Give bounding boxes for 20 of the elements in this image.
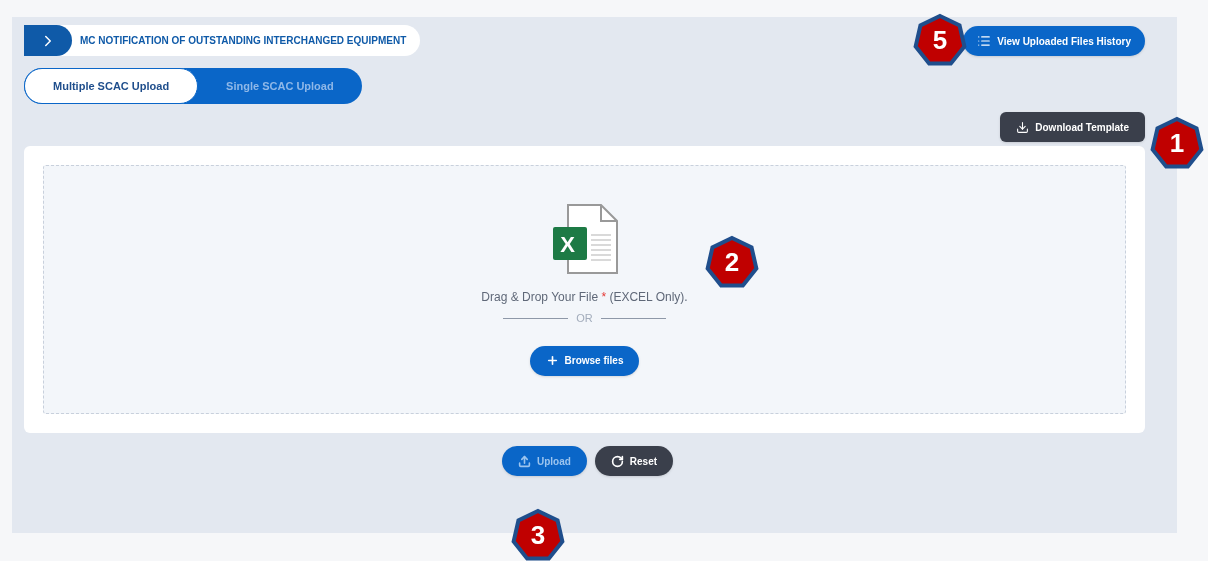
callout-badge: 1 (1150, 116, 1204, 170)
callout-badge: 5 (913, 13, 967, 67)
or-separator: OR (576, 311, 593, 326)
excel-letter: X (560, 231, 575, 259)
callout-badge: 3 (511, 508, 565, 561)
reset-button[interactable]: Reset (594, 446, 674, 476)
excel-file-icon (550, 203, 619, 275)
upload-icon (517, 454, 531, 468)
tab[interactable]: Multiple SCAC Upload (24, 68, 199, 104)
refresh-icon (610, 454, 624, 468)
download-template-button[interactable]: Download Template (1000, 112, 1145, 142)
plus-icon (545, 354, 559, 367)
chevron-right-icon[interactable] (24, 25, 72, 56)
drop-prompt: Drag & Drop Your File * (EXCEL Only). (481, 289, 688, 306)
list-icon (977, 34, 992, 48)
download-icon (1016, 120, 1030, 134)
browse-files-button[interactable]: Browse files (529, 345, 640, 376)
history-button[interactable]: View Uploaded Files History (963, 26, 1145, 56)
callout-badge: 2 (705, 235, 759, 289)
page-title: MC NOTIFICATION OF OUTSTANDING INTERCHANGED EQUIPMENT (80, 34, 407, 48)
